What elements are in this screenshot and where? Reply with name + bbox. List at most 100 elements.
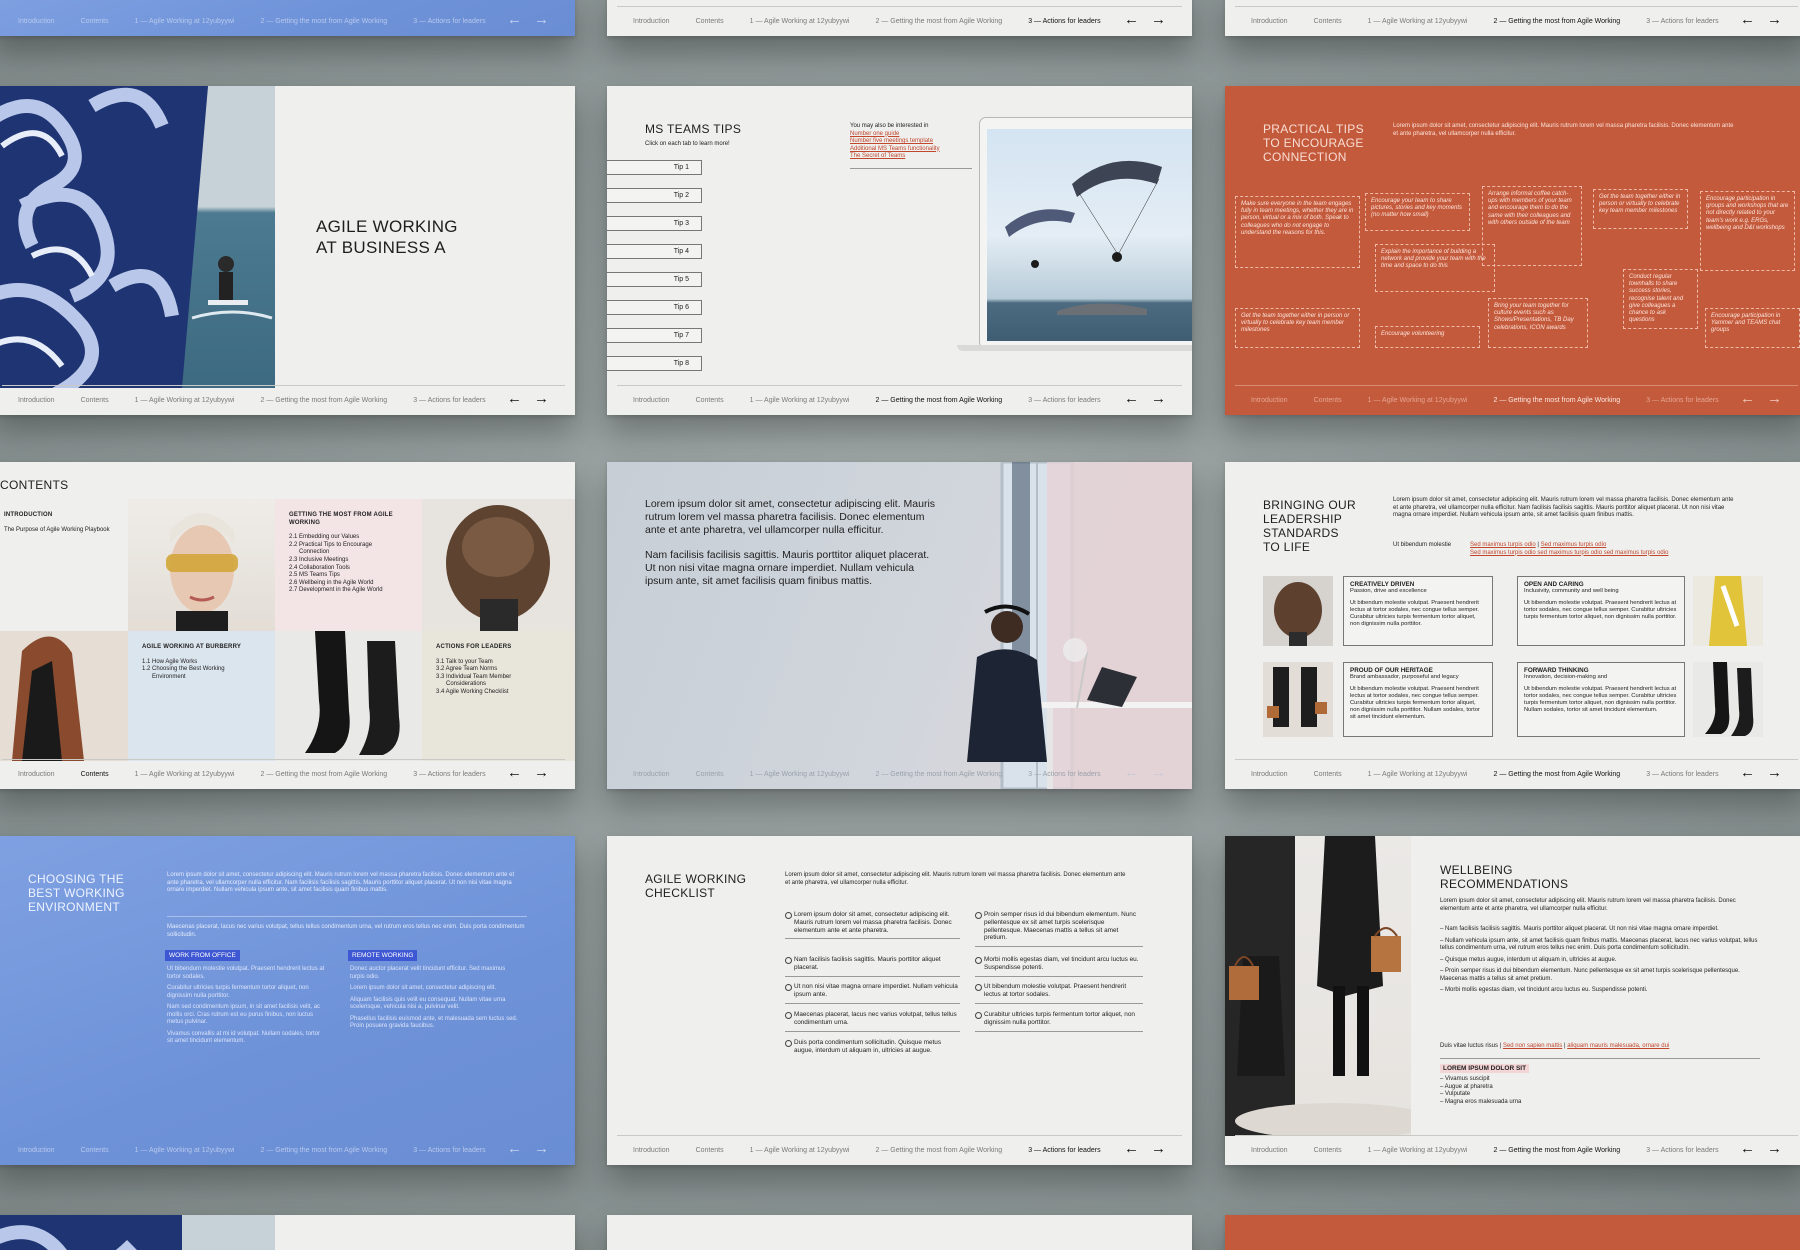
arrow-right-icon[interactable]: → — [534, 12, 549, 27]
checklist-item[interactable]: Maecenas placerat, lacus nec varius volu… — [785, 1011, 960, 1032]
nav-contents[interactable]: Contents — [1314, 397, 1342, 404]
nav-section-3[interactable]: 3 — Actions for leaders — [1028, 18, 1100, 25]
contents-item[interactable]: 2.7 Development in the Agile World — [289, 587, 408, 595]
wellbeing-link[interactable]: Sed non sapien mattis — [1503, 1043, 1562, 1049]
nav-section-2[interactable]: 2 — Getting the most from Agile Working — [876, 1147, 1003, 1154]
arrow-left-icon[interactable]: ← — [507, 12, 522, 27]
tip-7-tab[interactable]: Tip 7 — [607, 328, 702, 343]
nav-section-2[interactable]: 2 — Getting the most from Agile Working — [876, 397, 1003, 404]
contents-item[interactable]: Connection — [289, 549, 408, 557]
slide-top-partial-right[interactable]: Introduction Contents 1 — Agile Working … — [1225, 0, 1800, 36]
slide-cover[interactable]: AGILE WORKING AT BUSINESS A Introduction… — [0, 86, 575, 415]
nav-section-3[interactable]: 3 — Actions for leaders — [1028, 771, 1100, 778]
nav-section-3[interactable]: 3 — Actions for leaders — [1028, 1147, 1100, 1154]
nav-contents[interactable]: Contents — [1314, 771, 1342, 778]
arrow-left-icon[interactable]: ← — [507, 391, 522, 406]
nav-contents[interactable]: Contents — [81, 18, 109, 25]
contents-item[interactable]: The Purpose of Agile Working Playbook — [4, 527, 114, 535]
nav-introduction[interactable]: Introduction — [633, 397, 670, 404]
nav-introduction[interactable]: Introduction — [1251, 397, 1288, 404]
nav-section-3[interactable]: 3 — Actions for leaders — [1646, 771, 1718, 778]
arrow-left-icon[interactable]: ← — [1740, 12, 1755, 27]
tip-6-tab[interactable]: Tip 6 — [607, 300, 702, 315]
nav-section-2[interactable]: 2 — Getting the most from Agile Working — [261, 18, 388, 25]
nav-section-1[interactable]: 1 — Agile Working at 12yubyywi — [750, 397, 850, 404]
nav-introduction[interactable]: Introduction — [18, 1147, 55, 1154]
arrow-right-icon[interactable]: → — [1767, 391, 1782, 406]
nav-section-2[interactable]: 2 — Getting the most from Agile Working — [261, 397, 388, 404]
nav-section-2[interactable]: 2 — Getting the most from Agile Working — [1494, 771, 1621, 778]
nav-section-2[interactable]: 2 — Getting the most from Agile Working — [876, 18, 1003, 25]
slide-bottom-partial-left[interactable] — [0, 1215, 575, 1250]
nav-section-1[interactable]: 1 — Agile Working at 12yubyywi — [750, 18, 850, 25]
nav-section-3[interactable]: 3 — Actions for leaders — [413, 18, 485, 25]
contents-agile-cell[interactable]: AGILE WORKING AT BURBERRY 1.1 How Agile … — [128, 631, 275, 761]
checklist-item[interactable]: Nam facilisis facilisis sagittis. Mauris… — [785, 956, 960, 977]
nav-section-1[interactable]: 1 — Agile Working at 12yubyywi — [750, 771, 850, 778]
nav-section-3[interactable]: 3 — Actions for leaders — [413, 771, 485, 778]
contents-item[interactable]: 2.6 Wellbeing in the Agile World — [289, 580, 408, 588]
arrow-right-icon[interactable]: → — [1151, 765, 1166, 780]
checklist-item[interactable]: Duis porta condimentum sollicitudin. Qui… — [785, 1039, 960, 1059]
nav-section-3[interactable]: 3 — Actions for leaders — [1028, 397, 1100, 404]
nav-section-1[interactable]: 1 — Agile Working at 12yubyywi — [1368, 397, 1468, 404]
slide-wellbeing[interactable]: WELLBEING RECOMMENDATIONS Lorem ipsum do… — [1225, 836, 1800, 1165]
slide-agile-checklist[interactable]: AGILE WORKING CHECKLIST Lorem ipsum dolo… — [607, 836, 1192, 1165]
arrow-right-icon[interactable]: → — [1151, 1141, 1166, 1156]
nav-section-1[interactable]: 1 — Agile Working at 12yubyywi — [135, 18, 235, 25]
nav-introduction[interactable]: Introduction — [18, 18, 55, 25]
contents-item[interactable]: 2.1 Embedding our Values — [289, 534, 408, 542]
tip-5-tab[interactable]: Tip 5 — [607, 272, 702, 287]
contents-item[interactable]: 2.5 MS Teams Tips — [289, 572, 408, 580]
tip-1-tab[interactable]: Tip 1 — [607, 160, 702, 175]
arrow-right-icon[interactable]: → — [1151, 12, 1166, 27]
nav-introduction[interactable]: Introduction — [633, 1147, 670, 1154]
teams-link[interactable]: The Secret of Teams — [850, 153, 970, 161]
checklist-item[interactable]: Proin semper risus id dui bibendum eleme… — [975, 911, 1143, 948]
nav-introduction[interactable]: Introduction — [633, 771, 670, 778]
nav-contents[interactable]: Contents — [1314, 18, 1342, 25]
nav-section-1[interactable]: 1 — Agile Working at 12yubyywi — [1368, 771, 1468, 778]
arrow-left-icon[interactable]: ← — [1740, 765, 1755, 780]
nav-introduction[interactable]: Introduction — [633, 18, 670, 25]
slide-working-environment[interactable]: CHOOSING THE BEST WORKING ENVIRONMENT Lo… — [0, 836, 575, 1165]
wellbeing-link[interactable]: aliquam mauris malesuada, ornare dui — [1567, 1043, 1669, 1049]
contents-getting-cell[interactable]: GETTING THE MOST FROM AGILE WORKING 2.1 … — [275, 499, 422, 631]
arrow-left-icon[interactable]: ← — [1740, 1141, 1755, 1156]
checklist-item[interactable]: Lorem ipsum dolor sit amet, consectetur … — [785, 911, 960, 940]
nav-section-1[interactable]: 1 — Agile Working at 12yubyywi — [1368, 18, 1468, 25]
checklist-item[interactable]: Ut non nisi vitae magna ornare imperdiet… — [785, 983, 960, 1004]
arrow-left-icon[interactable]: ← — [1124, 1141, 1139, 1156]
contents-item[interactable]: 3.4 Agile Working Checklist — [436, 689, 561, 697]
tip-3-tab[interactable]: Tip 3 — [607, 216, 702, 231]
contents-actions-cell[interactable]: ACTIONS FOR LEADERS 3.1 Talk to your Tea… — [422, 631, 575, 761]
nav-section-1[interactable]: 1 — Agile Working at 12yubyywi — [750, 1147, 850, 1154]
arrow-left-icon[interactable]: ← — [1740, 391, 1755, 406]
checklist-item[interactable]: Ut bibendum molestie volutpat. Praesent … — [975, 983, 1143, 1004]
contents-item[interactable]: 3.2 Agree Team Norms — [436, 666, 561, 674]
slide-ms-teams-tips[interactable]: MS TEAMS TIPS Click on each tab to learn… — [607, 86, 1192, 415]
teams-link[interactable]: Additional MS Teams functionality — [850, 146, 970, 154]
nav-section-3[interactable]: 3 — Actions for leaders — [413, 1147, 485, 1154]
nav-contents[interactable]: Contents — [81, 771, 109, 778]
arrow-left-icon[interactable]: ← — [1124, 12, 1139, 27]
contents-intro-cell[interactable]: INTRODUCTION The Purpose of Agile Workin… — [0, 499, 128, 631]
nav-section-1[interactable]: 1 — Agile Working at 12yubyywi — [135, 771, 235, 778]
nav-section-2[interactable]: 2 — Getting the most from Agile Working — [876, 771, 1003, 778]
contents-item[interactable]: Environment — [142, 674, 261, 682]
tip-4-tab[interactable]: Tip 4 — [607, 244, 702, 259]
contents-item[interactable]: 2.4 Collaboration Tools — [289, 565, 408, 573]
nav-section-1[interactable]: 1 — Agile Working at 12yubyywi — [135, 397, 235, 404]
nav-section-3[interactable]: 3 — Actions for leaders — [413, 397, 485, 404]
slide-contents[interactable]: CONTENTS INTRODUCTION The Purpose of Agi… — [0, 462, 575, 789]
arrow-right-icon[interactable]: → — [1767, 1141, 1782, 1156]
arrow-left-icon[interactable]: ← — [1124, 765, 1139, 780]
nav-introduction[interactable]: Introduction — [1251, 1147, 1288, 1154]
nav-section-1[interactable]: 1 — Agile Working at 12yubyywi — [135, 1147, 235, 1154]
arrow-right-icon[interactable]: → — [534, 1141, 549, 1156]
contents-item[interactable]: 1.2 Choosing the Best Working — [142, 666, 261, 674]
tip-2-tab[interactable]: Tip 2 — [607, 188, 702, 203]
nav-section-2[interactable]: 2 — Getting the most from Agile Working — [1494, 18, 1621, 25]
slide-bottom-partial-right[interactable] — [1225, 1215, 1800, 1250]
arrow-right-icon[interactable]: → — [534, 765, 549, 780]
